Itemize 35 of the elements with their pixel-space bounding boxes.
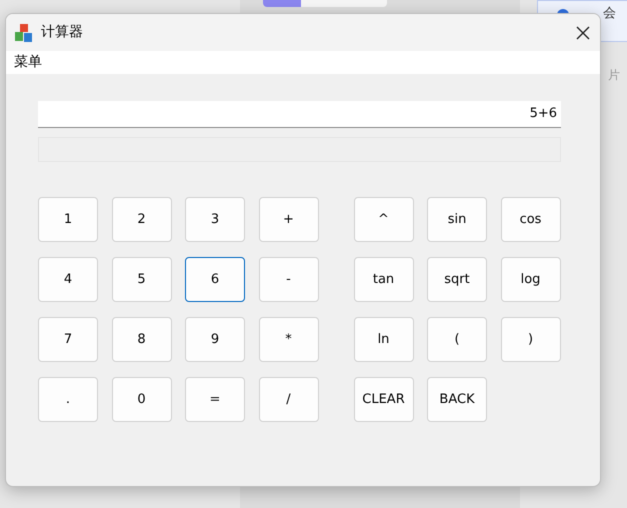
keypad-key[interactable]: ln bbox=[354, 317, 414, 362]
keypad-key[interactable]: ) bbox=[500, 317, 560, 362]
cubes-icon bbox=[14, 22, 34, 42]
keypad-key[interactable]: BACK bbox=[427, 377, 487, 422]
keypad-key[interactable]: 3 bbox=[185, 197, 245, 242]
keypad-key[interactable]: 6 bbox=[185, 257, 245, 302]
expression-text: 5+6 bbox=[530, 105, 557, 124]
keypad-key[interactable]: 8 bbox=[112, 317, 172, 362]
keypad-key[interactable]: sqrt bbox=[427, 257, 487, 302]
close-icon[interactable] bbox=[576, 26, 590, 40]
keypad-key[interactable]: ( bbox=[427, 317, 487, 362]
keypad-key[interactable]: ^ bbox=[354, 197, 414, 242]
keypad-key[interactable]: = bbox=[185, 377, 245, 422]
keypad-key[interactable]: 0 bbox=[112, 377, 172, 422]
keypad-key[interactable]: CLEAR bbox=[354, 377, 414, 422]
keypad-key[interactable]: 7 bbox=[38, 317, 98, 362]
keypad-key[interactable]: cos bbox=[500, 197, 560, 242]
keypad-key[interactable]: log bbox=[500, 257, 560, 302]
keypad-key[interactable]: . bbox=[38, 377, 98, 422]
keypad-key[interactable]: - bbox=[258, 257, 318, 302]
keypad-key[interactable]: 5 bbox=[112, 257, 172, 302]
keypad-key[interactable]: 1 bbox=[38, 197, 98, 242]
menu-item[interactable]: 菜单 bbox=[14, 52, 42, 73]
keypad-key[interactable]: 2 bbox=[112, 197, 172, 242]
keypad-key[interactable]: sin bbox=[427, 197, 487, 242]
keypad-key[interactable]: 9 bbox=[185, 317, 245, 362]
keypad-key[interactable]: 4 bbox=[38, 257, 98, 302]
keypad-key[interactable]: + bbox=[258, 197, 318, 242]
keypad-key[interactable]: / bbox=[258, 377, 318, 422]
expression-field[interactable]: 5+6 bbox=[38, 101, 561, 128]
keypad-key[interactable]: * bbox=[258, 317, 318, 362]
background-text: 会 bbox=[603, 5, 616, 23]
window-title: 计算器 bbox=[41, 23, 83, 42]
background-text: 片 bbox=[608, 67, 620, 84]
keypad-key[interactable]: tan bbox=[354, 257, 414, 302]
